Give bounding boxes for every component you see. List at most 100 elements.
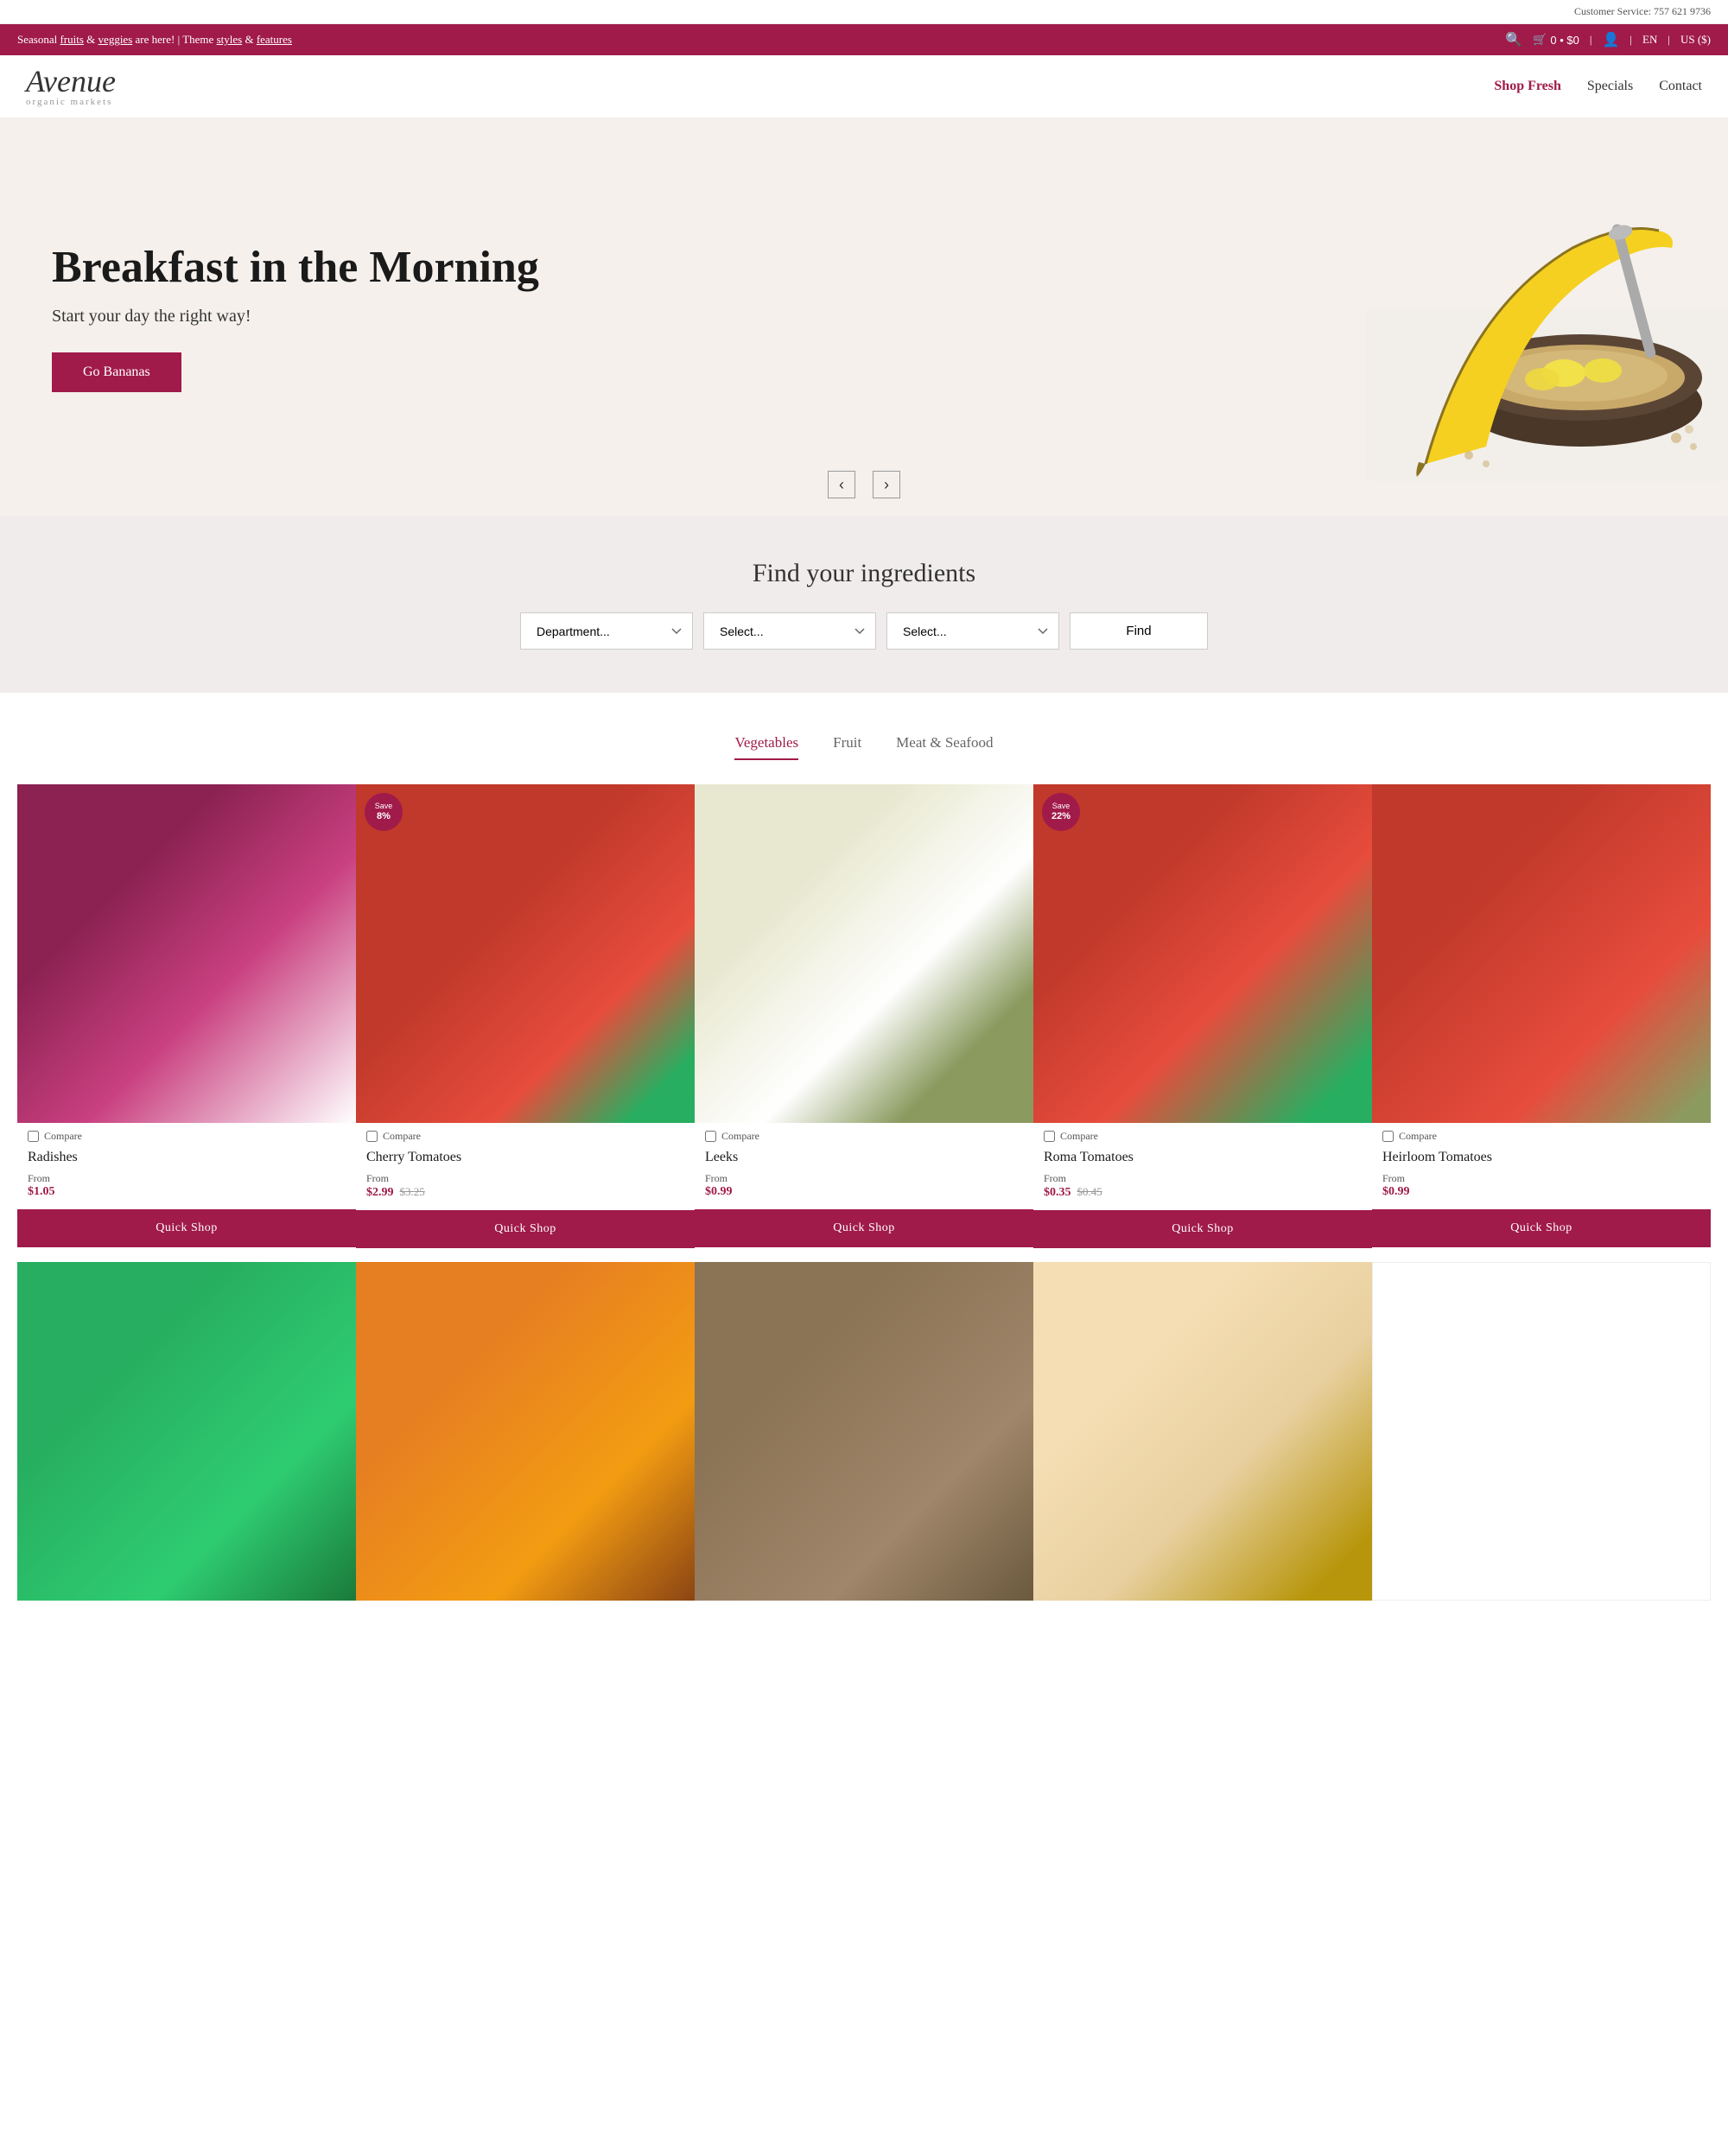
product-price-radishes: From $1.05 — [17, 1169, 356, 1202]
logo[interactable]: Avenue organic markets — [26, 66, 116, 107]
product-image-carrots — [356, 1262, 695, 1601]
product-card-roma-tomatoes: Save 22% Compare Roma Tomatoes From $0.3… — [1033, 784, 1372, 1262]
product-name-roma-tomatoes: Roma Tomatoes — [1033, 1146, 1372, 1169]
product-price-leeks: From $0.99 — [695, 1169, 1033, 1202]
nav-contact[interactable]: Contact — [1659, 79, 1702, 94]
compare-row-heirloom-tomatoes: Compare — [1372, 1123, 1711, 1146]
find-ingredients-section: Find your ingredients Department... Sele… — [0, 516, 1728, 693]
nav-shop-fresh[interactable]: Shop Fresh — [1494, 79, 1561, 94]
product-image-radishes — [17, 784, 356, 1123]
announcement-features-link[interactable]: features — [257, 33, 292, 46]
hero-content: Breakfast in the Morning Start your day … — [0, 190, 591, 445]
save-badge-roma-tomatoes: Save 22% — [1042, 793, 1080, 831]
nav-specials[interactable]: Specials — [1587, 79, 1633, 94]
product-card-empty — [1372, 1262, 1711, 1614]
tab-vegetables[interactable]: Vegetables — [734, 727, 798, 758]
hero-subtitle: Start your day the right way! — [52, 307, 539, 327]
hero-illustration — [1296, 136, 1728, 498]
announcement-bar: Seasonal fruits & veggies are here! | Th… — [0, 24, 1728, 55]
quick-shop-roma-tomatoes[interactable]: Quick Shop — [1033, 1210, 1372, 1248]
department-select[interactable]: Department... — [520, 612, 693, 650]
product-price-roma-tomatoes: From $0.35 $0.45 — [1033, 1169, 1372, 1203]
product-image-empty — [1372, 1262, 1711, 1601]
tab-meat-seafood[interactable]: Meat & Seafood — [896, 727, 993, 758]
hero-next-button[interactable]: › — [873, 471, 900, 498]
find-button[interactable]: Find — [1070, 612, 1208, 650]
compare-label-radishes: Compare — [44, 1130, 82, 1143]
hero-title: Breakfast in the Morning — [52, 242, 539, 294]
compare-label-roma-tomatoes: Compare — [1060, 1130, 1098, 1143]
product-name-leeks: Leeks — [695, 1146, 1033, 1169]
compare-row-roma-tomatoes: Compare — [1033, 1123, 1372, 1146]
product-card-cucumbers — [17, 1262, 356, 1614]
search-icon-btn[interactable]: 🔍 — [1505, 31, 1522, 48]
product-image-leeks — [695, 784, 1033, 1123]
product-price-heirloom-tomatoes: From $0.99 — [1372, 1169, 1711, 1202]
cart-button[interactable]: 🛒 0 • $0 — [1533, 33, 1579, 47]
customer-service-text: Customer Service: 757 621 9736 — [1574, 5, 1711, 17]
announcement-fruits-link[interactable]: fruits — [60, 33, 83, 46]
account-icon-btn[interactable]: 👤 — [1602, 31, 1619, 48]
product-name-cherry-tomatoes: Cherry Tomatoes — [356, 1146, 695, 1169]
logo-subtext: organic markets — [26, 97, 116, 107]
product-image-heirloom-tomatoes — [1372, 784, 1711, 1123]
quick-shop-radishes[interactable]: Quick Shop — [17, 1209, 356, 1247]
hero-prev-button[interactable]: ‹ — [828, 471, 855, 498]
cart-icon: 🛒 — [1533, 33, 1547, 47]
product-card-cherry-tomatoes: Save 8% Compare Cherry Tomatoes From $2.… — [356, 784, 695, 1262]
product-name-heirloom-tomatoes: Heirloom Tomatoes — [1372, 1146, 1711, 1169]
main-nav: Shop Fresh Specials Contact — [1494, 79, 1702, 94]
announcement-veggies-link[interactable]: veggies — [98, 33, 133, 46]
site-header: Avenue organic markets Shop Fresh Specia… — [0, 55, 1728, 118]
compare-checkbox-cherry-tomatoes[interactable] — [366, 1131, 378, 1142]
category-select[interactable]: Select... — [703, 612, 876, 650]
quick-shop-leeks[interactable]: Quick Shop — [695, 1209, 1033, 1247]
hero-section: Breakfast in the Morning Start your day … — [0, 118, 1728, 516]
find-title: Find your ingredients — [35, 559, 1693, 588]
compare-checkbox-heirloom-tomatoes[interactable] — [1382, 1131, 1394, 1142]
hero-cta-button[interactable]: Go Bananas — [52, 352, 181, 392]
compare-row-leeks: Compare — [695, 1123, 1033, 1146]
product-name-radishes: Radishes — [17, 1146, 356, 1169]
product-card-radishes: Compare Radishes From $1.05 Quick Shop — [17, 784, 356, 1262]
compare-label-heirloom-tomatoes: Compare — [1399, 1130, 1437, 1143]
product-grid-row2 — [17, 1262, 1711, 1614]
compare-label-leeks: Compare — [721, 1130, 759, 1143]
compare-checkbox-radishes[interactable] — [28, 1131, 39, 1142]
compare-checkbox-leeks[interactable] — [705, 1131, 716, 1142]
compare-checkbox-roma-tomatoes[interactable] — [1044, 1131, 1055, 1142]
cart-count: 0 • $0 — [1550, 34, 1579, 47]
product-image-roma-tomatoes: Save 22% — [1033, 784, 1372, 1123]
language-selector[interactable]: EN — [1642, 33, 1657, 47]
announcement-text: Seasonal fruits & veggies are here! | Th… — [17, 33, 292, 47]
product-image-herbs — [695, 1262, 1033, 1601]
announcement-right-icons: 🔍 🛒 0 • $0 | 👤 | EN | US ($) — [1505, 31, 1711, 48]
region-selector[interactable]: US ($) — [1680, 33, 1711, 47]
announcement-seasonal: Seasonal — [17, 33, 60, 46]
product-image-cherry-tomatoes: Save 8% — [356, 784, 695, 1123]
logo-text: Avenue — [26, 66, 116, 97]
product-grid-row1: Compare Radishes From $1.05 Quick Shop S… — [17, 784, 1711, 1262]
tab-fruit[interactable]: Fruit — [833, 727, 861, 758]
find-controls: Department... Select... Select... Find — [35, 612, 1693, 650]
quick-shop-cherry-tomatoes[interactable]: Quick Shop — [356, 1210, 695, 1248]
compare-label-cherry-tomatoes: Compare — [383, 1130, 421, 1143]
customer-service-bar: Customer Service: 757 621 9736 — [0, 0, 1728, 24]
announcement-styles-link[interactable]: styles — [217, 33, 243, 46]
compare-row-radishes: Compare — [17, 1123, 356, 1146]
product-card-onion — [1033, 1262, 1372, 1614]
subcategory-select[interactable]: Select... — [886, 612, 1059, 650]
quick-shop-heirloom-tomatoes[interactable]: Quick Shop — [1372, 1209, 1711, 1247]
products-section: Vegetables Fruit Meat & Seafood Compare … — [0, 693, 1728, 1649]
hero-navigation: ‹ › — [828, 471, 900, 498]
category-tabs: Vegetables Fruit Meat & Seafood — [17, 727, 1711, 758]
product-card-carrots — [356, 1262, 695, 1614]
product-image-cucumbers — [17, 1262, 356, 1601]
product-card-leeks: Compare Leeks From $0.99 Quick Shop — [695, 784, 1033, 1262]
product-card-heirloom-tomatoes: Compare Heirloom Tomatoes From $0.99 Qui… — [1372, 784, 1711, 1262]
compare-row-cherry-tomatoes: Compare — [356, 1123, 695, 1146]
hero-image-area — [605, 118, 1728, 516]
product-price-cherry-tomatoes: From $2.99 $3.25 — [356, 1169, 695, 1203]
save-badge-cherry-tomatoes: Save 8% — [365, 793, 403, 831]
product-image-onion — [1033, 1262, 1372, 1601]
